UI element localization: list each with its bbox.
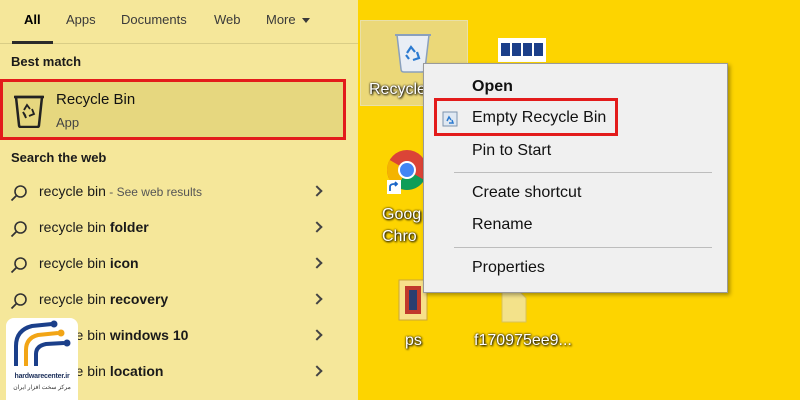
web-result-bold: location: [109, 363, 164, 379]
web-result-item[interactable]: recycle bin folder: [0, 210, 340, 246]
web-result-bold: windows 10: [109, 327, 189, 343]
search-icon: [10, 292, 28, 315]
tab-more-label: More: [266, 12, 296, 27]
web-result-item[interactable]: recycle bin - See web results: [0, 174, 340, 210]
chevron-right-icon: [311, 221, 323, 233]
chevron-right-icon: [311, 293, 323, 305]
web-result-text: recycle bin folder: [39, 219, 149, 235]
web-result-item[interactable]: recycle bin recovery: [0, 282, 340, 318]
chevron-right-icon: [311, 185, 323, 197]
web-result-suffix: - See web results: [105, 185, 202, 199]
web-result-text: recycle bin - See web results: [39, 183, 202, 199]
menu-rename-label: Rename: [472, 216, 533, 233]
web-result-text: recycle bin recovery: [39, 291, 168, 307]
desktop-document-file[interactable]: f170975ee9...: [474, 288, 572, 349]
context-menu: Open Empty Recycle Bin Pin to Start Crea…: [423, 63, 728, 293]
menu-separator: [454, 172, 712, 173]
web-result-query: recycle bin: [39, 255, 110, 271]
desktop-recycle-label: Recycle: [369, 81, 426, 98]
best-match-title: Recycle Bin: [56, 91, 136, 108]
web-result-query: recycle bin: [39, 183, 106, 199]
menu-open-label: Open: [472, 78, 513, 95]
chevron-down-icon: [301, 18, 310, 24]
file-icon: [395, 279, 431, 326]
menu-shortcut-label: Create shortcut: [472, 184, 582, 201]
chevron-right-icon: [311, 365, 323, 377]
search-tabs: All Apps Documents Web More: [0, 0, 358, 44]
best-match-heading: Best match: [11, 54, 82, 69]
menu-item-properties[interactable]: Properties: [424, 254, 727, 284]
tab-documents-label: Documents: [121, 12, 187, 27]
circuit-logo-icon: [14, 320, 71, 366]
menu-properties-label: Properties: [472, 259, 545, 276]
tab-web-label: Web: [214, 12, 241, 27]
web-result-query: recycle bin: [39, 219, 110, 235]
web-result-item[interactable]: recycle bin icon: [0, 246, 340, 282]
web-result-bold: recovery: [109, 291, 169, 307]
search-icon: [10, 220, 28, 243]
tab-more[interactable]: More: [266, 0, 310, 44]
shortcut-arrow-icon: [387, 180, 401, 199]
menu-pin-label: Pin to Start: [472, 142, 552, 159]
menu-item-pin-to-start[interactable]: Pin to Start: [424, 137, 727, 167]
tab-apps[interactable]: Apps: [66, 0, 96, 44]
menu-item-rename[interactable]: Rename: [424, 211, 727, 241]
tab-documents[interactable]: Documents: [121, 0, 187, 44]
desktop-file-label: f170975ee9...: [474, 332, 572, 349]
web-result-query: recycle bin: [39, 291, 110, 307]
search-icon: [10, 256, 28, 279]
chevron-right-icon: [311, 257, 323, 269]
web-result-text: recycle bin icon: [39, 255, 139, 271]
web-result-bold: folder: [109, 219, 149, 235]
best-match-subtitle: App: [56, 115, 80, 130]
search-icon: [10, 184, 28, 207]
document-icon: [498, 289, 528, 328]
recycle-bin-icon: [12, 90, 46, 133]
desktop-chrome-label-2: Chro: [382, 228, 417, 245]
menu-separator: [454, 247, 712, 248]
tab-web[interactable]: Web: [214, 0, 241, 44]
chevron-right-icon: [311, 329, 323, 341]
search-web-heading: Search the web: [11, 150, 107, 165]
tab-all-label: All: [24, 12, 41, 27]
logo-name: hardwarecenter.ir: [14, 373, 70, 380]
best-match-recycle-bin[interactable]: Recycle Bin App: [0, 79, 346, 140]
desktop-ps-label: ps: [405, 332, 422, 349]
tab-all[interactable]: All: [12, 0, 52, 44]
highlight-box: [434, 98, 618, 136]
web-result-bold: icon: [109, 255, 139, 271]
hardwarecenter-logo: hardwarecenter.ir مرکز سخت افزار ایران: [6, 318, 78, 400]
menu-item-create-shortcut[interactable]: Create shortcut: [424, 179, 727, 209]
logo-tagline: مرکز سخت افزار ایران: [13, 385, 71, 391]
desktop-chrome-label-1: Goog: [382, 206, 422, 223]
tab-apps-label: Apps: [66, 12, 96, 27]
